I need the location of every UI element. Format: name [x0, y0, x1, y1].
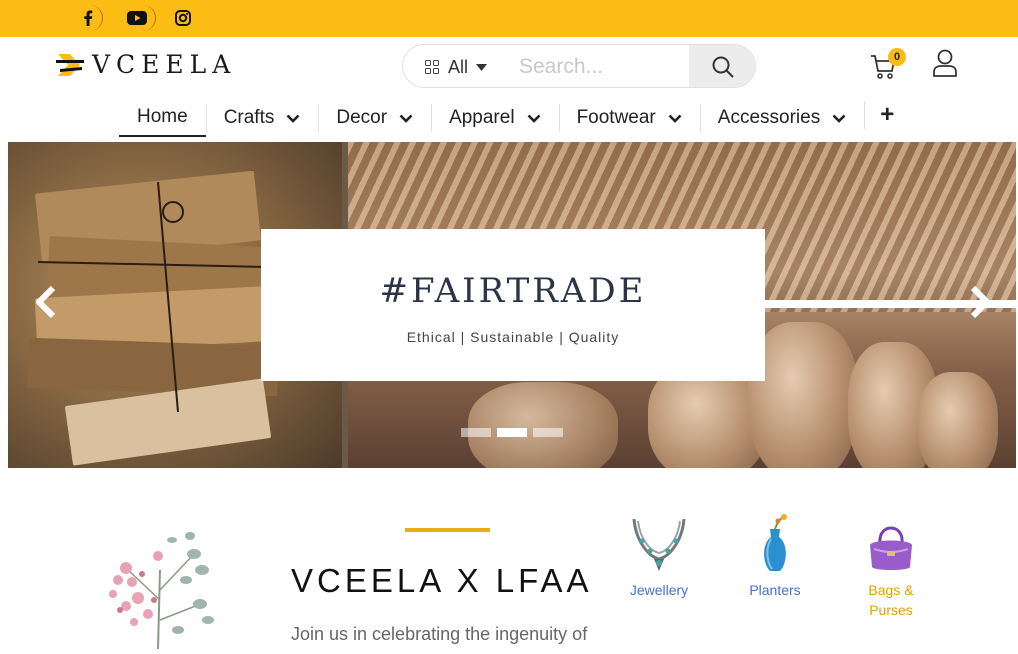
carousel-dot-2[interactable] [497, 428, 527, 437]
search-category-dropdown[interactable]: All [425, 45, 488, 87]
vase-icon [743, 512, 807, 576]
category-label: Planters [749, 582, 801, 598]
grid-icon [425, 59, 439, 74]
nav-item-crafts[interactable]: Crafts [205, 99, 319, 137]
nav-item-label: Apparel [449, 107, 515, 128]
search-input[interactable] [519, 53, 685, 81]
banner-title: #FAIRTRADE [379, 271, 647, 311]
necklace-icon [627, 512, 691, 576]
carousel-dot-1[interactable] [461, 428, 491, 437]
promo-title: VCEELA X LFAA [291, 562, 593, 599]
nav-item-home[interactable]: Home [119, 99, 206, 137]
banner-overlay: #FAIRTRADE Ethical | Sustainable | Quali… [261, 229, 765, 381]
chevron-left-icon [36, 285, 56, 319]
nav-item-accessories[interactable]: Accessories [699, 99, 864, 137]
nav-item-label: Decor [336, 107, 388, 128]
search-button[interactable] [689, 45, 755, 87]
category-label: Bags & Purses [868, 582, 914, 618]
youtube-icon[interactable] [118, 5, 156, 31]
social-topbar [0, 0, 1018, 37]
carousel-dot-3[interactable] [533, 428, 563, 437]
cart-count-badge: 0 [888, 48, 906, 66]
nav-item-decor[interactable]: Decor [318, 99, 431, 137]
carousel-prev-button[interactable] [26, 282, 66, 322]
plus-icon: + [880, 101, 895, 128]
category-bags-purses[interactable]: Bags & Purses [846, 512, 936, 620]
cart-button[interactable]: 0 [870, 48, 910, 82]
hero-carousel: #FAIRTRADE Ethical | Sustainable | Quali… [8, 142, 1016, 468]
logo-text: VCEELA [92, 50, 237, 79]
user-icon [933, 49, 957, 77]
accent-divider [405, 528, 490, 532]
main-nav: Home Crafts Decor Apparel Footwear Acces… [119, 98, 910, 138]
nav-item-footwear[interactable]: Footwear [558, 99, 700, 137]
banner-subtitle: Ethical | Sustainable | Quality [406, 329, 620, 345]
category-planters[interactable]: Planters [730, 512, 820, 600]
brand-logo[interactable]: VCEELA [56, 50, 236, 79]
chevron-down-icon [527, 114, 540, 123]
nav-item-label: Crafts [223, 107, 275, 128]
nav-more-button[interactable]: + [864, 96, 910, 134]
search-icon [712, 56, 734, 78]
chevron-down-icon [668, 114, 682, 123]
chevron-down-icon [832, 114, 846, 123]
carousel-next-button[interactable] [960, 282, 1000, 322]
instagram-icon[interactable] [168, 5, 198, 31]
search-bar: All [402, 44, 756, 88]
category-label: Jewellery [629, 582, 689, 598]
chevron-right-icon [970, 285, 990, 319]
flower-illustration [98, 510, 228, 650]
handbag-icon [859, 512, 923, 576]
nav-item-label: Accessories [717, 107, 821, 128]
chevron-down-icon [286, 114, 300, 123]
category-jewellery[interactable]: Jewellery [614, 512, 704, 600]
logo-mark-icon [56, 53, 84, 76]
nav-item-label: Footwear [576, 107, 656, 128]
nav-item-apparel[interactable]: Apparel [431, 99, 559, 137]
caret-down-icon [476, 63, 488, 71]
account-button[interactable] [932, 49, 958, 82]
facebook-icon[interactable] [73, 5, 103, 31]
nav-item-label: Home [137, 106, 188, 127]
chevron-down-icon [399, 114, 413, 123]
search-category-label: All [448, 56, 469, 77]
promo-text: Join us in celebrating the ingenuity of [291, 624, 588, 644]
carousel-indicators [461, 428, 563, 437]
